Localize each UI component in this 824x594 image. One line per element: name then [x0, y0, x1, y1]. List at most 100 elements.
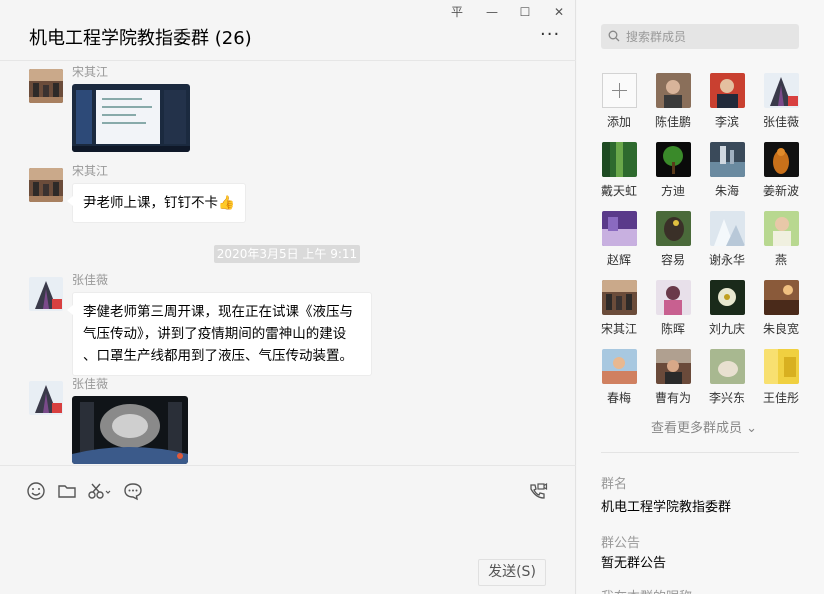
- avatar: [763, 280, 799, 315]
- minimize-button[interactable]: —: [480, 2, 504, 22]
- member-item[interactable]: 春梅: [592, 349, 646, 406]
- chat-title: 机电工程学院教指委群 (26): [29, 28, 252, 49]
- member-name: 李兴东: [708, 391, 745, 405]
- avatar: [709, 73, 745, 108]
- text-message-line: 李健老师第三周开课，现在正在试课《液压与: [83, 304, 353, 320]
- member-item[interactable]: 朱良宽: [754, 280, 808, 337]
- scissors-icon[interactable]: [87, 481, 113, 501]
- member-name: 姜新波: [762, 184, 799, 198]
- avatar[interactable]: [29, 381, 63, 415]
- group-info-panel: 搜索群成员 添加 陈佳鹏 李滨 张佳薇 戴天虹 方迪 朱海 姜新波 赵辉 容易 …: [577, 0, 824, 594]
- avatar: [709, 349, 745, 384]
- sender-name: 宋其江: [72, 65, 109, 79]
- member-name: 曹有为: [654, 391, 691, 405]
- avatar[interactable]: [29, 69, 63, 103]
- member-name: 赵辉: [606, 253, 631, 267]
- avatar: [655, 73, 691, 108]
- member-name: 春梅: [606, 391, 631, 405]
- member-name: 王佳彤: [762, 391, 799, 405]
- member-item[interactable]: 李兴东: [700, 349, 754, 406]
- member-item[interactable]: 容易: [646, 211, 700, 268]
- member-item[interactable]: 李滨: [700, 73, 754, 130]
- avatar: [763, 73, 799, 108]
- member-item[interactable]: 陈晖: [646, 280, 700, 337]
- member-item[interactable]: 陈佳鹏: [646, 73, 700, 130]
- member-name: 朱海: [714, 184, 739, 198]
- avatar: [763, 142, 799, 177]
- image-message[interactable]: [72, 396, 188, 464]
- maximize-button[interactable]: ☐: [513, 2, 537, 22]
- member-search-input[interactable]: 搜索群成员: [601, 24, 799, 49]
- text-message-line: 气压传动》，讲到了疫情期间的雷神山的建设: [83, 326, 347, 342]
- avatar: [601, 211, 637, 246]
- group-name-value[interactable]: 机电工程学院教指委群: [601, 496, 731, 515]
- member-item[interactable]: 宋其江: [592, 280, 646, 337]
- group-notice-label: 群公告: [601, 536, 641, 551]
- plus-icon: [601, 73, 637, 108]
- member-name: 陈晖: [660, 322, 685, 336]
- avatar: [709, 211, 745, 246]
- member-item[interactable]: 刘九庆: [700, 280, 754, 337]
- message-list[interactable]: 宋其江 宋其江 尹老师上课，钉钉不卡👍 2020年3月5日 上午 9:11 张佳…: [0, 61, 576, 465]
- avatar: [763, 349, 799, 384]
- group-notice-value[interactable]: 暂无群公告: [601, 552, 666, 571]
- member-item[interactable]: 姜新波: [754, 142, 808, 199]
- member-name: 戴天虹: [600, 184, 637, 198]
- member-name: 容易: [660, 253, 685, 267]
- member-name: 张佳薇: [762, 115, 799, 129]
- member-item[interactable]: 曹有为: [646, 349, 700, 406]
- member-item[interactable]: 张佳薇: [754, 73, 808, 130]
- emoji-icon[interactable]: [26, 481, 46, 501]
- sender-name: 宋其江: [72, 164, 109, 178]
- member-name: 宋其江: [600, 322, 637, 336]
- member-item[interactable]: 王佳彤: [754, 349, 808, 406]
- text-message[interactable]: 李健老师第三周开课，现在正在试课《液压与 气压传动》，讲到了疫情期间的雷神山的建…: [67, 292, 372, 376]
- member-name: 燕: [774, 253, 787, 267]
- more-options-button[interactable]: ···: [540, 26, 560, 44]
- sender-name: 张佳薇: [72, 377, 109, 391]
- avatar: [763, 211, 799, 246]
- folder-icon[interactable]: [57, 481, 77, 501]
- group-name-label: 群名: [601, 477, 628, 492]
- member-name: 方迪: [660, 184, 685, 198]
- member-item[interactable]: 戴天虹: [592, 142, 646, 199]
- avatar: [601, 349, 637, 384]
- avatar: [709, 142, 745, 177]
- search-placeholder: 搜索群成员: [626, 30, 687, 44]
- timestamp: 2020年3月5日 上午 9:11: [214, 245, 360, 263]
- my-nickname-label: 我在本群的昵称: [601, 586, 692, 594]
- member-item[interactable]: 方迪: [646, 142, 700, 199]
- sender-name: 张佳薇: [72, 273, 109, 287]
- member-name: 李滨: [714, 115, 739, 129]
- chat-header: 机电工程学院教指委群 (26) 平 — ☐ ✕ ···: [0, 0, 576, 61]
- member-item[interactable]: 燕: [754, 211, 808, 268]
- input-toolbar: 发送(S): [0, 465, 576, 594]
- member-name: 陈佳鹏: [654, 115, 691, 129]
- member-item[interactable]: 朱海: [700, 142, 754, 199]
- avatar: [601, 142, 637, 177]
- avatar: [601, 280, 637, 315]
- close-button[interactable]: ✕: [547, 2, 571, 22]
- view-more-members-link[interactable]: 查看更多群成员 ⌄: [651, 417, 757, 436]
- text-message[interactable]: 尹老师上课，钉钉不卡👍: [67, 183, 246, 223]
- chat-bubble-icon[interactable]: [123, 481, 143, 501]
- add-member-button[interactable]: 添加: [592, 73, 646, 130]
- send-button[interactable]: 发送(S): [478, 559, 546, 586]
- member-item[interactable]: 赵辉: [592, 211, 646, 268]
- member-name: 添加: [606, 115, 631, 129]
- chat-pane: 机电工程学院教指委群 (26) 平 — ☐ ✕ ··· 宋其江 宋其江 尹老师上…: [0, 0, 576, 594]
- avatar[interactable]: [29, 168, 63, 202]
- avatar: [655, 280, 691, 315]
- search-icon: [608, 30, 620, 42]
- member-name: 刘九庆: [708, 322, 745, 336]
- member-name: 朱良宽: [762, 322, 799, 336]
- text-message-line: 、口罩生产线都用到了液压、气压传动装置。: [83, 348, 353, 364]
- pin-icon[interactable]: 平: [445, 2, 469, 22]
- avatar: [709, 280, 745, 315]
- member-item[interactable]: 谢永华: [700, 211, 754, 268]
- divider: [601, 452, 799, 453]
- video-call-icon[interactable]: [528, 481, 548, 501]
- avatar[interactable]: [29, 277, 63, 311]
- image-message[interactable]: [72, 84, 190, 152]
- avatar: [655, 349, 691, 384]
